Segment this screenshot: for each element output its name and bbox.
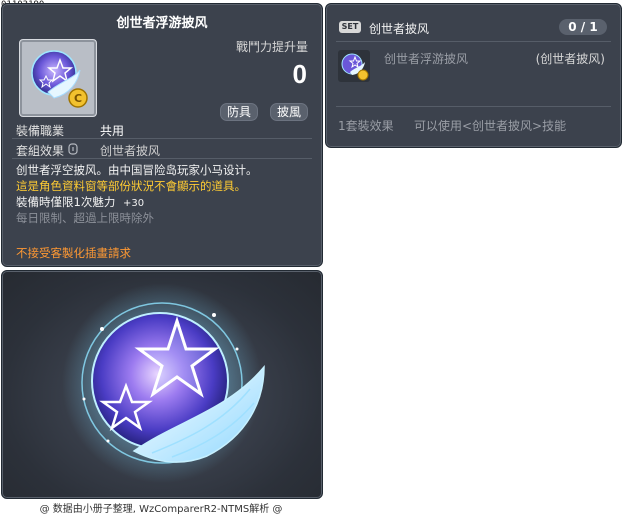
set-name: 创世者披风: [369, 22, 430, 36]
desc-line-notice: 這是角色資料窗等部份狀況不會顯示的道具。: [16, 179, 246, 193]
combat-power-value: 0: [292, 59, 307, 89]
divider: [336, 41, 611, 42]
set-item-icon: [338, 50, 370, 82]
job-label: 裝備職業: [16, 124, 65, 138]
item-tooltip: 创世者浮游披风 C 戰鬥力提升量 0 防具 披風 裝備職業 共用 套組效果 创世…: [1, 3, 323, 267]
item-preview: [1, 270, 323, 499]
divider: [12, 138, 312, 139]
desc-line-charm: 裝備時僅限1次魅力 +30: [16, 194, 144, 210]
cape-icon: C: [31, 50, 88, 108]
cape-icon: [341, 53, 369, 81]
warning-text: 不接受客製化插畫請求: [16, 246, 131, 260]
set-effect-desc: 可以使用<创世者披风>技能: [414, 119, 567, 133]
item-title: 创世者浮游披风: [116, 16, 208, 31]
tag-armor: 防具: [219, 103, 258, 121]
set-panel: SET 创世者披风 0 / 1 创世者浮游披风 (创世者披风) 1套裝效果 可以…: [325, 3, 622, 148]
set-count: 0 / 1: [559, 19, 607, 35]
job-value: 共用: [100, 124, 125, 138]
set-effect-label: 套組效果: [16, 144, 65, 158]
set-item-type: (创世者披风): [535, 52, 605, 66]
divider: [336, 106, 611, 107]
svg-text:C: C: [74, 92, 82, 105]
divider: [12, 158, 312, 159]
charm-value: +30: [122, 198, 145, 209]
set-badge: SET: [339, 21, 361, 33]
cape-preview-image: [62, 283, 265, 483]
set-effect-count: 1套裝效果: [338, 119, 394, 133]
info-icon[interactable]: [68, 143, 78, 155]
set-effect-value: 创世者披风: [100, 144, 161, 158]
desc-line: 创世者浮空披风。由中国冒险岛玩家小马设计。: [16, 163, 258, 177]
desc-line-limit: 每日限制、超過上限時除外: [16, 211, 154, 225]
item-icon-frame: C: [19, 39, 97, 117]
footer-credit: @ 数据由小册子整理, WzComparerR2-NTMS解析 @: [39, 504, 283, 515]
charm-text: 裝備時僅限1次魅力: [16, 195, 116, 209]
set-item-name: 创世者浮游披风: [384, 52, 469, 66]
tag-cape: 披風: [269, 103, 308, 121]
combat-power-label: 戰鬥力提升量: [235, 40, 308, 54]
